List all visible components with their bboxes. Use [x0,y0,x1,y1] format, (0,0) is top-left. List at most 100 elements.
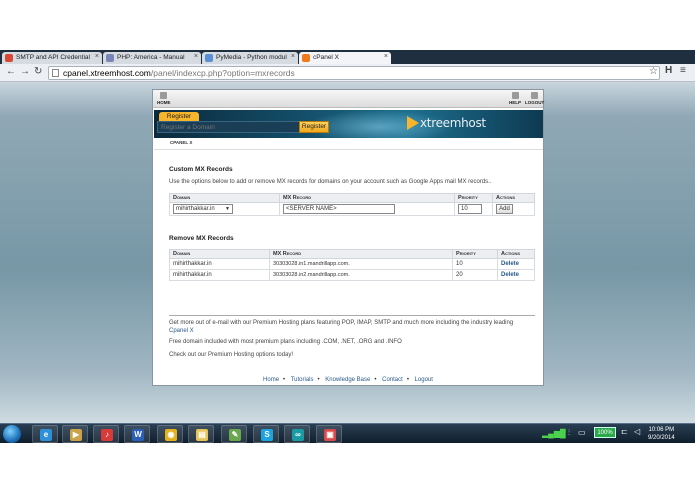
col-priority: Priority [454,193,493,203]
action-cell: Add [492,202,535,216]
close-icon[interactable]: × [194,53,198,60]
system-clock[interactable]: 10:06 PM 9/20/2014 [648,426,675,442]
media-player-icon: ▶ [70,429,82,441]
taskbar-explorer[interactable]: ▤ [188,425,214,443]
extension-icon[interactable]: H [665,65,672,76]
taskbar-media-player[interactable]: ▶ [62,425,88,443]
bottom-margin [0,444,695,494]
taskbar-ie[interactable]: e [32,425,58,443]
delete-link[interactable]: Delete [501,272,519,278]
taskbar-itunes[interactable]: ♪ [93,425,119,443]
domain-cell: mihirthakkar.in [169,269,270,281]
top-icon-bar: HOME HELP LOGOUT [153,90,544,108]
col-priority: Priority [452,249,498,259]
register-button[interactable]: Register [299,121,329,133]
reload-icon[interactable]: ↻ [34,66,42,77]
footer-tutorials-link[interactable]: Tutorials [291,377,314,383]
mx-record-input[interactable]: <SERVER NAME> [283,204,395,214]
battery-icon[interactable]: ⊏ [621,427,628,436]
footer-knowledge-base-link[interactable]: Knowledge Base [325,377,370,383]
cpanel-x-link[interactable]: Cpanel X [169,328,194,334]
breadcrumb: CPANEL X [154,138,543,150]
footer-logout-link[interactable]: Logout [415,377,433,383]
delete-link[interactable]: Delete [501,261,519,267]
mx-cell: 30303028.in2.mandrillapp.com. [269,269,453,281]
col-actions: Actions [492,193,535,203]
taskbar-chrome[interactable]: ◉ [157,425,183,443]
url-path: /panel/indexcp.php?option=mxrecords [150,68,295,78]
domain-select[interactable]: mihirthakkar.in ▼ [173,204,233,214]
signal-icon[interactable]: ▂▄▆█ [542,429,566,438]
add-mx-table: Domain MX Record Priority Actions mihirt… [169,193,535,216]
xtreemhost-logo: xtreemhost [420,116,486,130]
table-header-row: Domain MX Record Priority Actions [169,193,535,203]
custom-mx-title: Custom MX Records [169,166,233,173]
display-icon[interactable]: ▭ [578,428,586,437]
back-icon[interactable]: ← [6,66,16,77]
separator: • [374,377,377,383]
browser-tab-php[interactable]: PHP: America - Manual × [103,52,201,64]
header-banner: Register Register xtreemhost [154,110,543,138]
network-icon[interactable]: ⫶ [568,428,570,438]
internet-explorer-icon: e [40,429,52,441]
close-icon[interactable]: × [95,53,99,60]
close-icon[interactable]: × [291,53,295,60]
col-mx-record: MX Record [269,249,453,259]
home-icon [160,92,168,99]
mx-cell: <SERVER NAME> [279,202,455,216]
table-row: mihirthakkar.in 30303028.in1.mandrillapp… [169,258,535,270]
start-button[interactable] [3,425,21,443]
taskbar-notepad[interactable]: ✎ [221,425,247,443]
browser-tab-cpanel[interactable]: cPanel X × [299,52,391,64]
taskbar-media-app[interactable]: ▣ [316,425,342,443]
add-button[interactable]: Add [496,204,513,214]
footer-home-link[interactable]: Home [263,377,279,383]
volume-icon[interactable]: ◁ [634,427,640,436]
register-domain-input[interactable] [157,121,300,133]
battery-indicator[interactable]: 100% [594,427,616,438]
footer-contact-link[interactable]: Contact [382,377,403,383]
priority-cell: 10 [452,258,498,270]
media-app-icon: ▣ [324,429,336,441]
browser-tab-smtp[interactable]: SMTP and API Credential × [2,52,102,64]
col-domain: Domain [169,249,270,259]
register-tab[interactable]: Register [159,112,199,121]
close-icon[interactable]: × [384,53,388,60]
clock-time: 10:06 PM [648,427,675,433]
forward-icon[interactable]: → [20,66,30,77]
browser-tab-pymedia[interactable]: PyMedia - Python modul × [202,52,298,64]
skype-icon: S [261,429,273,441]
separator: • [283,377,286,383]
notepad-icon: ✎ [229,429,241,441]
menu-icon[interactable]: ≡ [680,65,686,76]
tab-label: PyMedia - Python modul [216,54,287,61]
gmail-icon [5,54,13,62]
star-icon[interactable]: ☆ [649,66,658,77]
priority-cell: 10 [454,202,493,216]
word-icon: W [132,429,144,441]
browser-toolbar: ← → ↻ cpanel.xtreemhost.com/panel/indexc… [0,64,695,82]
folder-icon: ▤ [196,429,208,441]
premium-hosting-link[interactable]: Check out our Premium Hosting options to… [169,351,529,359]
help-icon [511,92,519,99]
logout-link[interactable]: LOGOUT [525,92,544,105]
help-link[interactable]: HELP [509,92,521,105]
domain-cell: mihirthakkar.in ▼ [169,202,280,216]
cpanel-page: HOME HELP LOGOUT Register Register xtree… [152,89,544,386]
priority-input[interactable]: 10 [458,204,482,214]
custom-mx-description: Use the options below to add or remove M… [169,179,492,185]
home-link[interactable]: HOME [157,92,171,105]
url-host: cpanel.xtreemhost.com [63,68,151,78]
taskbar-arduino[interactable]: ∞ [284,425,310,443]
taskbar-skype[interactable]: S [253,425,279,443]
address-bar[interactable]: cpanel.xtreemhost.com/panel/indexcp.php?… [48,66,660,80]
taskbar-word[interactable]: W [124,425,150,443]
chrome-icon: ◉ [165,429,177,441]
clock-date: 9/20/2014 [648,435,675,441]
breadcrumb-cpanel[interactable]: CPANEL X [170,140,192,145]
page-icon [52,69,59,77]
tab-label: PHP: America - Manual [117,54,185,61]
separator: • [406,377,409,383]
footer-nav: Home • Tutorials • Knowledge Base • Contact… [153,377,543,383]
cpanel-icon [302,54,310,62]
